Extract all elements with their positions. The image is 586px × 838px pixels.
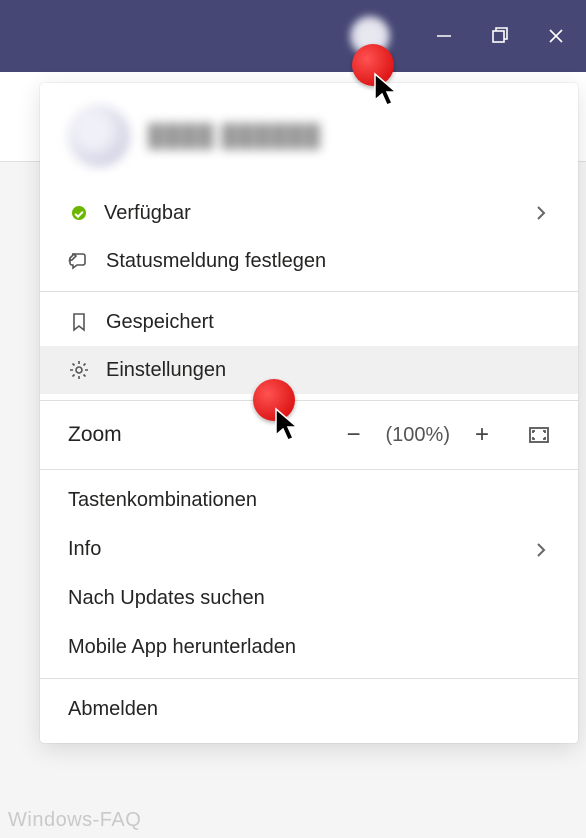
set-status-message-item[interactable]: Statusmeldung festlegen bbox=[40, 237, 578, 285]
fullscreen-icon[interactable] bbox=[528, 424, 550, 446]
watermark: Windows-FAQ bbox=[8, 809, 141, 832]
divider bbox=[40, 469, 578, 470]
profile-name: ████ ██████ bbox=[148, 123, 321, 149]
profile-header[interactable]: ████ ██████ bbox=[40, 83, 578, 189]
zoom-out-button[interactable]: − bbox=[342, 421, 366, 449]
cursor-icon bbox=[373, 72, 401, 113]
divider bbox=[40, 678, 578, 679]
bookmark-icon bbox=[68, 311, 90, 333]
info-item[interactable]: Info bbox=[40, 525, 578, 574]
check-updates-item[interactable]: Nach Updates suchen bbox=[40, 574, 578, 623]
status-item[interactable]: Verfügbar bbox=[40, 189, 578, 237]
chevron-right-icon bbox=[532, 541, 550, 559]
divider bbox=[40, 291, 578, 292]
zoom-value: (100%) bbox=[386, 424, 450, 447]
set-status-label: Statusmeldung festlegen bbox=[106, 250, 326, 273]
window-titlebar bbox=[0, 0, 586, 72]
saved-label: Gespeichert bbox=[106, 311, 214, 334]
maximize-button[interactable] bbox=[488, 24, 512, 48]
info-label: Info bbox=[68, 538, 101, 561]
saved-item[interactable]: Gespeichert bbox=[40, 298, 578, 346]
signout-label: Abmelden bbox=[68, 698, 158, 721]
zoom-row: Zoom − (100%) + bbox=[40, 407, 578, 463]
settings-label: Einstellungen bbox=[106, 359, 226, 382]
zoom-in-button[interactable]: + bbox=[470, 421, 494, 449]
shortcuts-item[interactable]: Tastenkombinationen bbox=[40, 476, 578, 525]
download-mobile-item[interactable]: Mobile App herunterladen bbox=[40, 623, 578, 672]
zoom-label: Zoom bbox=[68, 423, 122, 447]
gear-icon bbox=[68, 359, 90, 381]
status-available-icon bbox=[72, 206, 86, 220]
minimize-button[interactable] bbox=[432, 24, 456, 48]
avatar-large bbox=[68, 105, 130, 167]
close-button[interactable] bbox=[544, 24, 568, 48]
divider bbox=[40, 400, 578, 401]
chevron-right-icon bbox=[532, 204, 550, 222]
status-label: Verfügbar bbox=[104, 202, 191, 225]
settings-item[interactable]: Einstellungen bbox=[40, 346, 578, 394]
profile-dropdown: ████ ██████ Verfügbar Statusmeldung fest… bbox=[40, 83, 578, 743]
shortcuts-label: Tastenkombinationen bbox=[68, 489, 257, 512]
updates-label: Nach Updates suchen bbox=[68, 587, 265, 610]
cursor-icon bbox=[274, 407, 302, 448]
edit-message-icon bbox=[68, 250, 90, 272]
mobile-label: Mobile App herunterladen bbox=[68, 636, 296, 659]
signout-item[interactable]: Abmelden bbox=[40, 685, 578, 743]
